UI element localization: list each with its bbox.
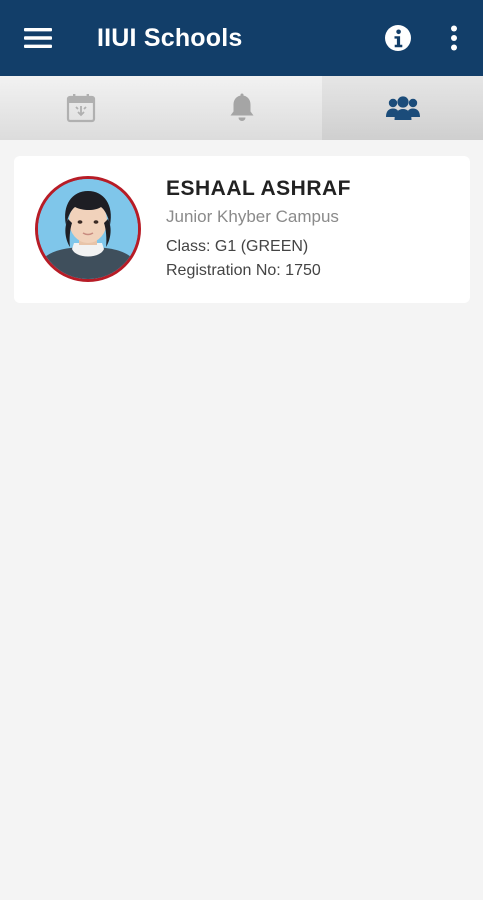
info-button[interactable] xyxy=(382,22,414,54)
student-card[interactable]: ESHAAL ASHRAF Junior Khyber Campus Class… xyxy=(14,156,470,303)
more-vert-icon xyxy=(451,25,457,51)
student-campus: Junior Khyber Campus xyxy=(166,207,339,226)
student-avatar xyxy=(35,176,141,282)
menu-button[interactable] xyxy=(18,20,58,56)
bell-icon xyxy=(230,93,253,121)
app-bar: IIUI Schools xyxy=(0,0,483,76)
info-icon xyxy=(385,25,411,51)
group-icon xyxy=(385,96,420,120)
calendar-icon xyxy=(66,94,95,123)
tab-bar xyxy=(0,76,483,140)
app-title: IIUI Schools xyxy=(97,23,243,52)
student-photo xyxy=(38,179,138,279)
tab-notifications[interactable] xyxy=(161,76,322,140)
tab-calendar[interactable] xyxy=(0,76,161,140)
student-registration: Registration No: 1750 xyxy=(166,262,321,279)
more-options-button[interactable] xyxy=(440,22,468,54)
tab-students[interactable] xyxy=(322,76,483,140)
menu-icon xyxy=(24,28,52,48)
student-name: ESHAAL ASHRAF xyxy=(166,177,352,200)
student-class: Class: G1 (GREEN) xyxy=(166,238,309,255)
